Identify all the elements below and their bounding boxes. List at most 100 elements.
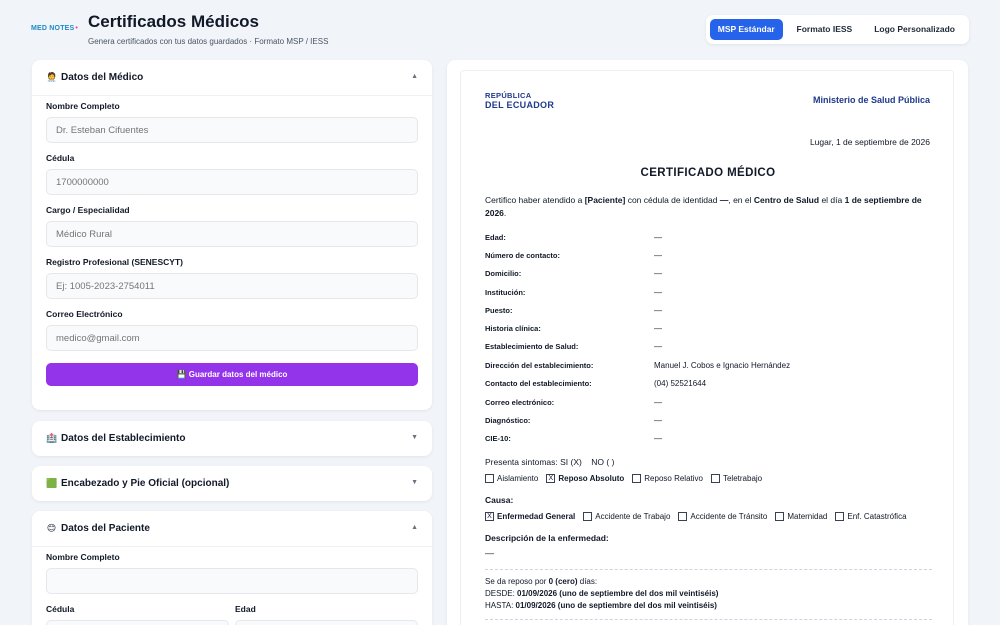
page-title: Certificados Médicos	[88, 12, 259, 31]
check-traffic-accident[interactable]: Accidente de Tránsito	[678, 512, 767, 521]
patient-name-input[interactable]	[46, 568, 418, 594]
format-tabs: MSP Estándar Formato IESS Logo Personali…	[706, 15, 969, 44]
checkbox-empty[interactable]	[710, 474, 720, 483]
tab-iess-format[interactable]: Formato IESS	[787, 19, 863, 40]
check-maternity[interactable]: Maternidad	[775, 512, 827, 521]
ministry-name: Ministerio de Salud Pública	[812, 95, 930, 105]
checkbox-empty[interactable]	[775, 512, 785, 521]
doctor-card-title: Datos del Médico	[61, 72, 144, 83]
patient-icon: 😊	[46, 523, 57, 533]
doctor-email-input[interactable]	[46, 325, 418, 351]
row-value-facility-address: Manuel J. Cobos e Ignacio Hernández	[654, 361, 791, 370]
rest-from-line: DESDE: 01/09/2026 (uno de septiembre del…	[485, 589, 719, 598]
certificate-title: CERTIFICADO MÉDICO	[640, 167, 776, 179]
patient-card: 😊 Datos del Paciente ▲ Nombre Completo C…	[32, 511, 432, 625]
certificate-preview-panel: REPÚBLICA DEL ECUADOR Ministerio de Salu…	[447, 60, 968, 625]
row-value-position: —	[654, 306, 662, 315]
rest-type-checks: Aislamiento X Reposo Absoluto Reposo Rela…	[485, 474, 770, 483]
check-isolation[interactable]: Aislamiento	[485, 474, 538, 483]
doctor-specialty-input[interactable]	[46, 221, 418, 247]
check-general-illness[interactable]: X Enfermedad General	[485, 512, 575, 521]
republic-line-1: REPÚBLICA	[485, 91, 532, 100]
row-label-email: Correo electrónico:	[485, 398, 555, 407]
doctor-specialty-label: Cargo / Especialidad	[46, 205, 130, 215]
brand-logo: MED NOTES•	[31, 25, 79, 32]
establishment-card-title: Datos del Establecimiento	[61, 433, 186, 444]
patient-age-label: Edad	[235, 604, 256, 614]
cause-label: Causa:	[485, 495, 514, 505]
certificate-intro: Certifico haber atendido a [Paciente] co…	[485, 195, 922, 218]
description-label: Descripción de la enfermedad:	[485, 533, 609, 543]
doctor-card-header[interactable]: 🧑‍⚕️ Datos del Médico ▲	[32, 60, 432, 95]
letterhead-card-title: Encabezado y Pie Oficial (opcional)	[61, 478, 230, 489]
doctor-registry-input[interactable]	[46, 273, 418, 299]
patient-card-title: Datos del Paciente	[61, 523, 150, 534]
app-header: MED NOTES• Certificados Médicos Genera c…	[0, 0, 1000, 58]
row-label-cie10: CIE-10:	[485, 434, 511, 443]
place-date: Lugar, 1 de septiembre de 2026	[809, 137, 930, 147]
row-value-facility: —	[654, 342, 662, 351]
row-value-institution: —	[654, 288, 662, 297]
row-value-address: —	[654, 269, 662, 278]
establishment-card-header[interactable]: 🏥 Datos del Establecimiento ▼	[32, 421, 432, 456]
brand-dot: •	[75, 25, 79, 32]
patient-card-header[interactable]: 😊 Datos del Paciente ▲	[32, 511, 432, 546]
chevron-up-icon[interactable]: ▲	[411, 524, 418, 531]
doctor-icon: 🧑‍⚕️	[46, 72, 58, 82]
checkbox-checked[interactable]: X	[485, 512, 494, 521]
row-label-address: Domicilio:	[485, 269, 522, 278]
row-value-age: —	[654, 233, 662, 242]
dashed-divider	[485, 619, 932, 620]
description-value: —	[485, 548, 494, 558]
checkbox-empty[interactable]	[678, 512, 688, 521]
doctor-id-label: Cédula	[46, 153, 75, 163]
symptoms-line: Presenta sintomas: SI (X) NO ( )	[485, 457, 615, 467]
row-value-contact: —	[654, 251, 662, 260]
check-catastrophic[interactable]: Enf. Catastrófica	[835, 512, 907, 521]
row-label-institution: Institución:	[485, 288, 526, 297]
doctor-name-input[interactable]	[46, 117, 418, 143]
dashed-divider	[485, 569, 932, 570]
certificate-document: REPÚBLICA DEL ECUADOR Ministerio de Salu…	[460, 70, 954, 625]
page-subtitle: Genera certificados con tus datos guarda…	[88, 37, 329, 46]
checkbox-empty[interactable]	[583, 512, 593, 521]
patient-id-label: Cédula	[46, 604, 75, 614]
row-label-facility-contact: Contacto del establecimiento:	[485, 379, 592, 388]
hospital-icon: 🏥	[46, 433, 58, 443]
doctor-email-label: Correo Electrónico	[46, 309, 123, 319]
check-work-accident[interactable]: Accidente de Trabajo	[583, 512, 670, 521]
check-telework[interactable]: Teletrabajo	[710, 474, 762, 483]
republic-line-2: DEL ECUADOR	[485, 100, 555, 110]
letterhead-card-header[interactable]: 🟩 Encabezado y Pie Oficial (opcional) ▼	[32, 466, 432, 501]
checkbox-empty[interactable]	[632, 474, 642, 483]
check-absolute-rest[interactable]: X Reposo Absoluto	[546, 474, 624, 483]
checkbox-empty[interactable]	[835, 512, 845, 521]
tab-custom-logo[interactable]: Logo Personalizado	[864, 19, 965, 40]
patient-id-input[interactable]	[46, 620, 229, 625]
chevron-up-icon[interactable]: ▲	[411, 73, 418, 80]
doctor-registry-label: Registro Profesional (SENESCYT)	[46, 257, 183, 267]
doctor-card: 🧑‍⚕️ Datos del Médico ▲ Nombre Completo …	[32, 60, 432, 410]
chevron-down-icon[interactable]: ▼	[411, 434, 418, 441]
row-value-history: —	[654, 324, 662, 333]
row-label-age: Edad:	[485, 233, 506, 242]
row-value-facility-contact: (04) 52521644	[654, 379, 707, 388]
row-value-cie10: —	[654, 434, 662, 443]
row-label-position: Puesto:	[485, 306, 513, 315]
letterhead-icon: 🟩	[46, 478, 58, 488]
save-doctor-button[interactable]: 💾 Guardar datos del médico	[46, 363, 418, 386]
row-label-diagnosis: Diagnóstico:	[485, 416, 531, 425]
tab-msp-standard[interactable]: MSP Estándar	[710, 19, 783, 40]
row-value-email: —	[654, 398, 662, 407]
chevron-down-icon[interactable]: ▼	[411, 479, 418, 486]
row-label-history: Historia clínica:	[485, 324, 541, 333]
rest-days-line: Se da reposo por 0 (cero) días:	[485, 577, 598, 586]
patient-age-input[interactable]	[235, 620, 418, 625]
row-value-diagnosis: —	[654, 416, 662, 425]
checkbox-checked[interactable]: X	[546, 474, 556, 483]
doctor-id-input[interactable]	[46, 169, 418, 195]
checkbox-empty[interactable]	[485, 474, 494, 483]
divider	[32, 95, 432, 96]
row-label-contact: Número de contacto:	[485, 251, 561, 260]
check-relative-rest[interactable]: Reposo Relativo	[632, 474, 703, 483]
